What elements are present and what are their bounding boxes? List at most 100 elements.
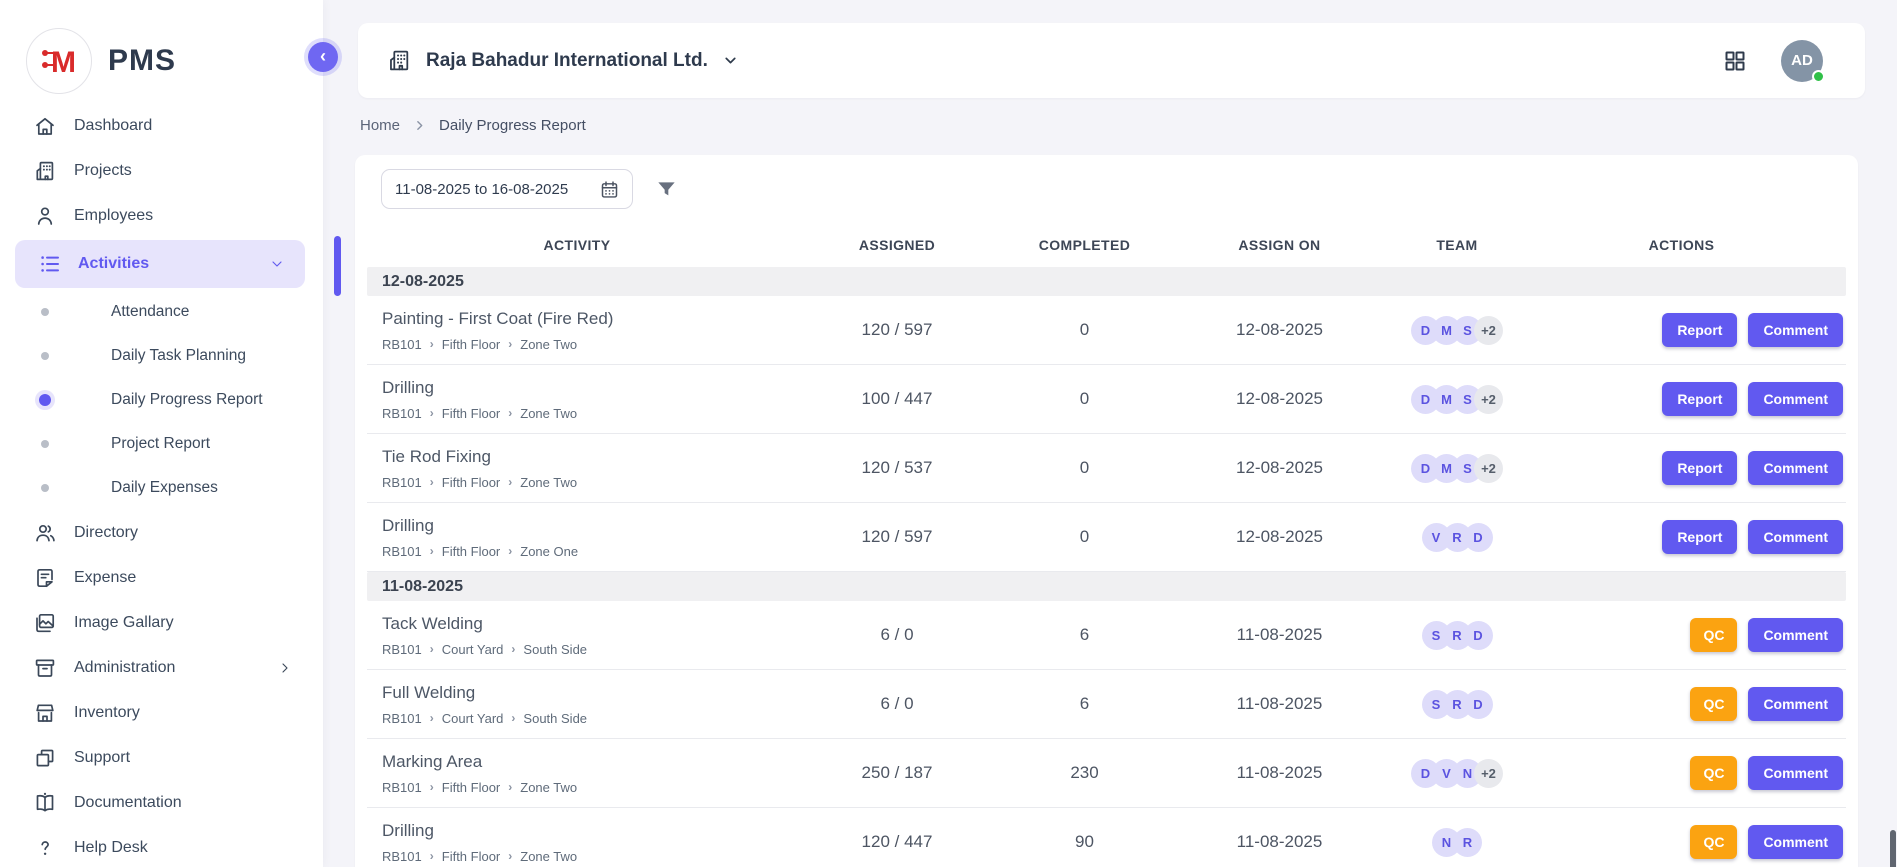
store-icon <box>33 701 57 725</box>
sidebar-item-documentation[interactable]: Documentation <box>0 780 323 825</box>
sidebar-item-daily-progress-report[interactable]: Daily Progress Report <box>0 378 323 422</box>
activity-location-path: RB101›Fifth Floor›Zone Two <box>382 337 787 352</box>
qc-button[interactable]: QC <box>1690 756 1737 790</box>
vertical-scrollbar[interactable] <box>1890 830 1896 867</box>
chevron-right-icon: › <box>508 475 512 489</box>
assigned-value: 6 / 0 <box>787 625 1007 645</box>
comment-button[interactable]: Comment <box>1748 756 1843 790</box>
chevron-right-icon: › <box>430 337 434 351</box>
activity-title: Tack Welding <box>382 614 787 634</box>
activity-title: Drilling <box>382 821 787 841</box>
bullet-icon <box>41 308 49 316</box>
path-segment: Zone Two <box>520 406 577 421</box>
comment-button[interactable]: Comment <box>1748 618 1843 652</box>
team-member-avatar: R <box>1453 828 1482 857</box>
qc-button[interactable]: QC <box>1690 825 1737 859</box>
comment-button[interactable]: Comment <box>1748 451 1843 485</box>
sidebar-item-daily-task-planning[interactable]: Daily Task Planning <box>0 334 323 378</box>
table-header: ACTIVITY ASSIGNED COMPLETED ASSIGN ON TE… <box>367 223 1846 267</box>
sidebar-item-attendance[interactable]: Attendance <box>0 290 323 334</box>
comment-button[interactable]: Comment <box>1748 313 1843 347</box>
sidebar-item-label: Projects <box>74 162 132 180</box>
brand-name: PMS <box>108 44 176 78</box>
report-button[interactable]: Report <box>1662 313 1737 347</box>
team-cell: DMS+2 <box>1397 316 1517 345</box>
chevron-right-icon: › <box>508 544 512 558</box>
sidebar-item-inventory[interactable]: Inventory <box>0 690 323 735</box>
date-range-input[interactable]: 11-08-2025 to 16-08-2025 <box>381 169 633 209</box>
brand-logo-icon: M <box>26 28 92 94</box>
activity-title: Marking Area <box>382 752 787 772</box>
completed-value: 6 <box>1007 694 1162 714</box>
report-card: 11-08-2025 to 16-08-2025 ACTIVITY ASSIGN… <box>355 155 1858 867</box>
chevron-down-icon <box>722 52 739 69</box>
actions-cell: Report Comment <box>1517 520 1846 554</box>
filter-funnel-icon[interactable] <box>655 178 678 201</box>
path-segment: Zone One <box>520 544 578 559</box>
calendar-icon <box>599 179 620 200</box>
report-button[interactable]: Report <box>1662 451 1737 485</box>
active-indicator-bar <box>334 236 341 296</box>
activity-cell: Drilling RB101›Fifth Floor›Zone Two <box>367 368 787 431</box>
home-icon <box>33 114 57 138</box>
people-icon <box>33 521 57 545</box>
company-selector[interactable]: Raja Bahadur International Ltd. <box>387 48 739 73</box>
top-header: Raja Bahadur International Ltd. AD <box>358 23 1865 98</box>
completed-value: 90 <box>1007 832 1162 852</box>
breadcrumb-home[interactable]: Home <box>360 117 400 134</box>
sidebar-item-support[interactable]: Support <box>0 735 323 780</box>
apps-grid-icon[interactable] <box>1723 49 1747 73</box>
team-cell: DVN+2 <box>1397 759 1517 788</box>
receipt-icon <box>33 566 57 590</box>
svg-text:M: M <box>51 46 76 79</box>
activity-location-path: RB101›Fifth Floor›Zone Two <box>382 780 787 795</box>
sidebar-item-employees[interactable]: Employees <box>0 193 323 238</box>
path-segment: RB101 <box>382 337 422 352</box>
path-segment: RB101 <box>382 642 422 657</box>
actions-cell: Report Comment <box>1517 313 1846 347</box>
completed-value: 0 <box>1007 320 1162 340</box>
brand: M PMS <box>0 0 323 100</box>
report-button[interactable]: Report <box>1662 520 1737 554</box>
qc-button[interactable]: QC <box>1690 618 1737 652</box>
team-member-avatar: D <box>1464 621 1493 650</box>
user-avatar[interactable]: AD <box>1781 40 1823 82</box>
chevron-right-icon: › <box>430 642 434 656</box>
path-segment: Fifth Floor <box>442 337 501 352</box>
table-row: Drilling RB101›Fifth Floor›Zone Two 120 … <box>367 808 1846 867</box>
path-segment: RB101 <box>382 544 422 559</box>
path-segment: Court Yard <box>442 642 504 657</box>
qc-button[interactable]: QC <box>1690 687 1737 721</box>
comment-button[interactable]: Comment <box>1748 520 1843 554</box>
sidebar-item-label: Project Report <box>111 435 210 453</box>
team-cell: SRD <box>1397 690 1517 719</box>
sidebar-item-project-report[interactable]: Project Report <box>0 422 323 466</box>
comment-button[interactable]: Comment <box>1748 382 1843 416</box>
chevron-right-icon: › <box>508 849 512 863</box>
sidebar-item-help-desk[interactable]: Help Desk <box>0 825 323 867</box>
sidebar-item-dashboard[interactable]: Dashboard <box>0 103 323 148</box>
activity-title: Tie Rod Fixing <box>382 447 787 467</box>
sidebar-item-expense[interactable]: Expense <box>0 555 323 600</box>
actions-cell: QC Comment <box>1517 618 1846 652</box>
sidebar-item-label: Daily Expenses <box>111 479 218 497</box>
sidebar-item-projects[interactable]: Projects <box>0 148 323 193</box>
comment-button[interactable]: Comment <box>1748 687 1843 721</box>
sidebar-item-label: Support <box>74 749 130 767</box>
sidebar-item-directory[interactable]: Directory <box>0 510 323 555</box>
table-row: Painting - First Coat (Fire Red) RB101›F… <box>367 296 1846 365</box>
sidebar-item-activities[interactable]: Activities <box>15 240 305 288</box>
sidebar-item-daily-expenses[interactable]: Daily Expenses <box>0 466 323 510</box>
comment-button[interactable]: Comment <box>1748 825 1843 859</box>
person-icon <box>33 204 57 228</box>
activity-location-path: RB101›Fifth Floor›Zone Two <box>382 406 787 421</box>
path-segment: RB101 <box>382 780 422 795</box>
activity-location-path: RB101›Fifth Floor›Zone One <box>382 544 787 559</box>
team-extra-count-badge: +2 <box>1474 454 1503 483</box>
team-cell: VRD <box>1397 523 1517 552</box>
sidebar-item-image-gallary[interactable]: Image Gallary <box>0 600 323 645</box>
sidebar-collapse-button[interactable]: ‹ <box>308 42 338 72</box>
report-button[interactable]: Report <box>1662 382 1737 416</box>
sidebar-item-administration[interactable]: Administration <box>0 645 323 690</box>
sidebar-item-label: Employees <box>74 207 153 225</box>
